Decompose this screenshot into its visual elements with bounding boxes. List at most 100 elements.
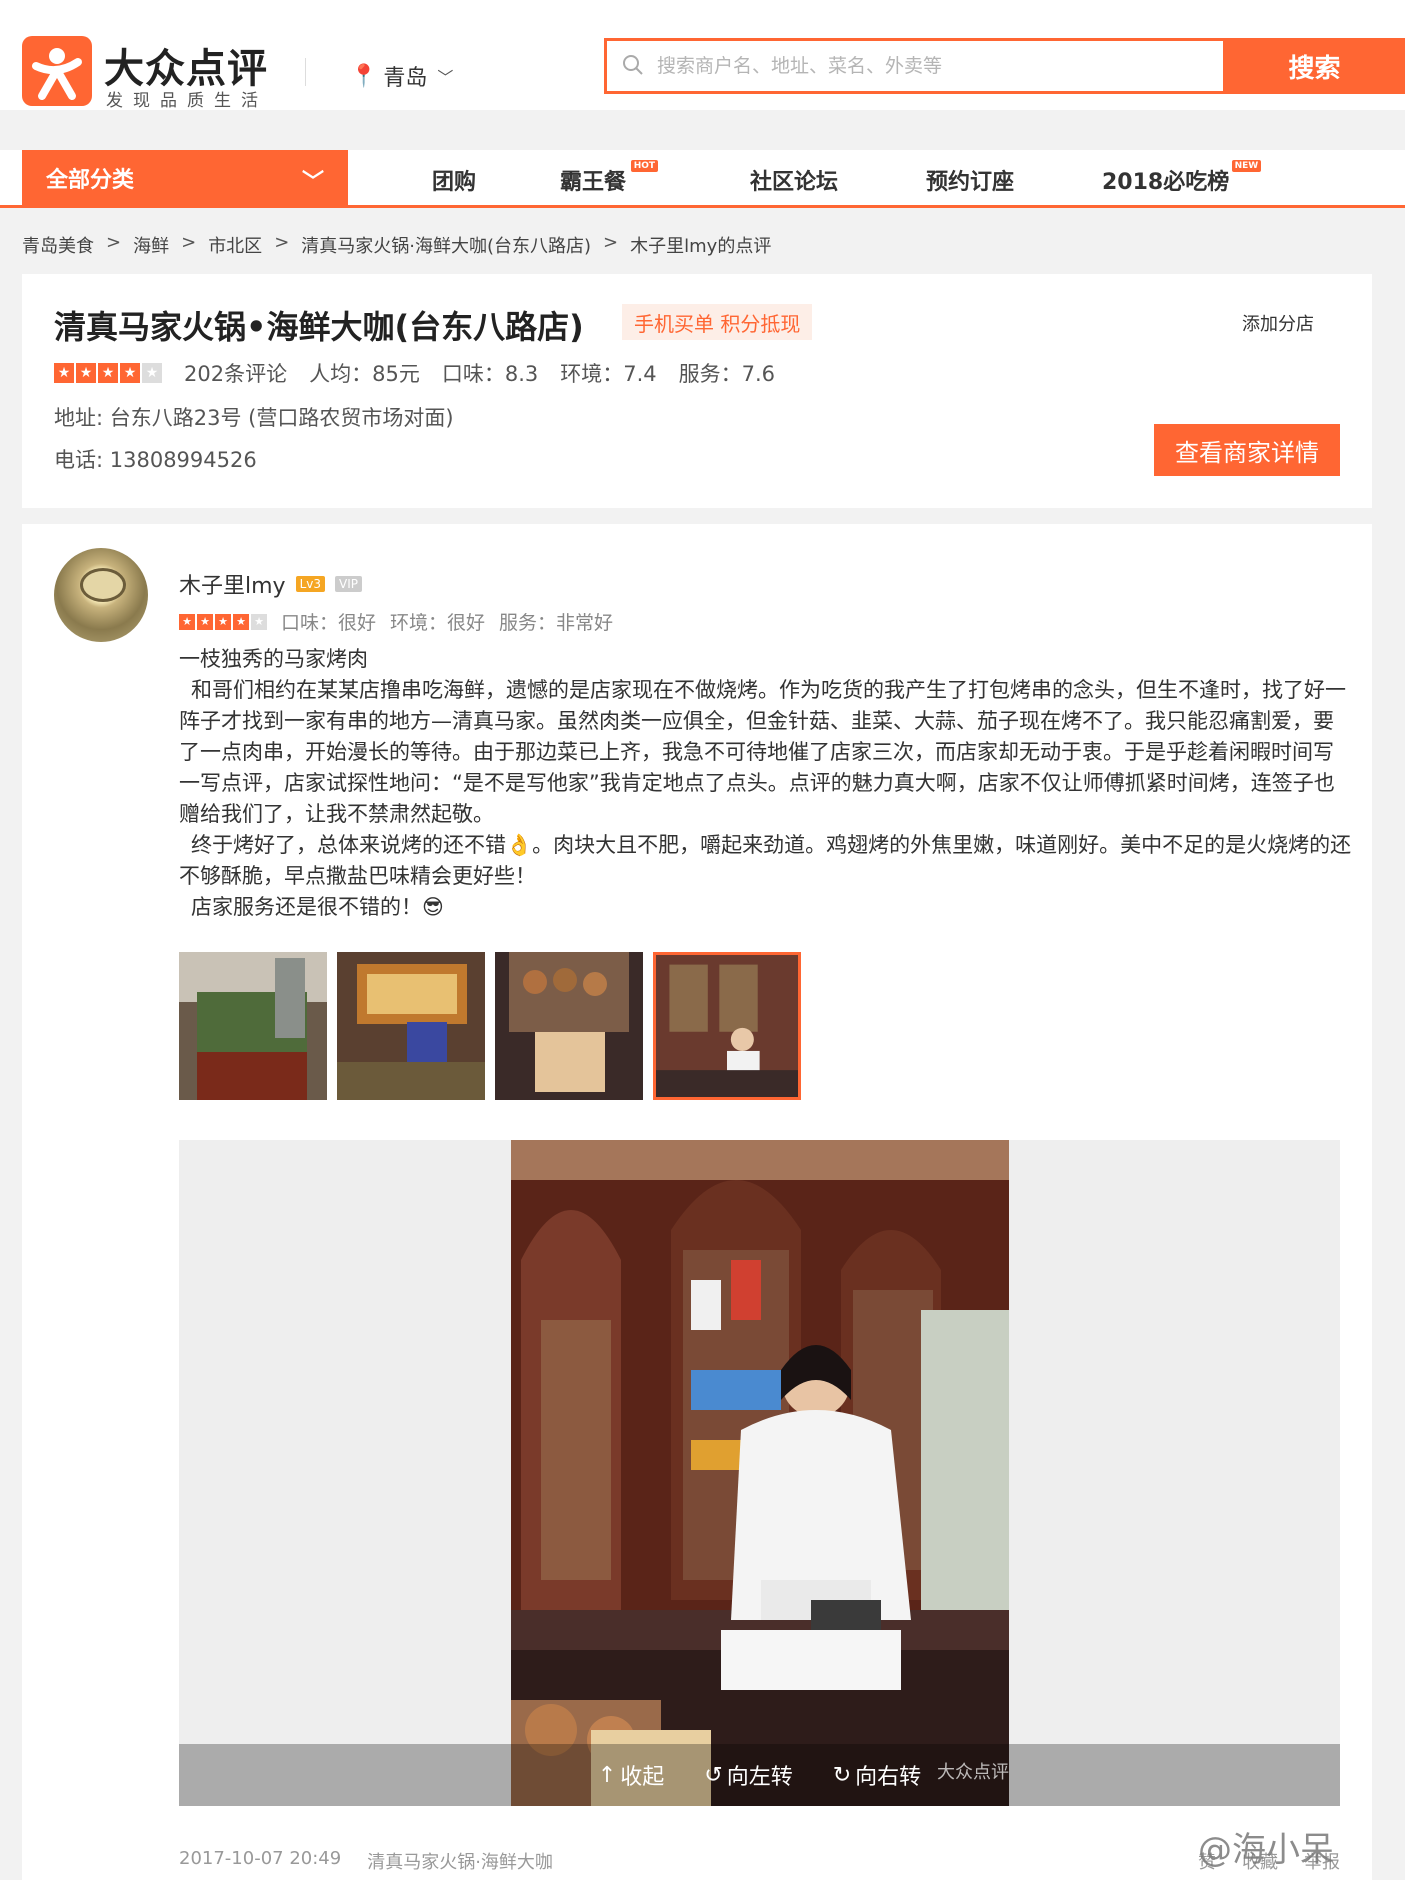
photo-watermark: 大众点评 bbox=[937, 1762, 1009, 1783]
collapse-label: 收起 bbox=[620, 1765, 665, 1790]
shop-info-card: 清真马家火锅•海鲜大咖(台东八路店) 手机买单 积分抵现 添加分店 ★ ★ ★ … bbox=[22, 274, 1372, 508]
rotate-left-icon: ↺ bbox=[704, 1762, 723, 1788]
review-card: 木子里lmy Lv3 VIP ★ ★ ★ ★ ★ 口味：很好 环境：很好 服务：… bbox=[22, 524, 1372, 1880]
site-header: 大众点评 发现品质生活 📍 青岛 ﹀ 搜索 bbox=[0, 0, 1405, 111]
review-scores: ★ ★ ★ ★ ★ 口味：很好 环境：很好 服务：非常好 bbox=[179, 608, 613, 635]
nav-item-reservation[interactable]: 预约订座 bbox=[926, 164, 1014, 196]
search-icon bbox=[623, 55, 643, 75]
collapse-button[interactable]: ↑ 收起 bbox=[598, 1759, 664, 1791]
review-title: 一枝独秀的马家烤肉 bbox=[179, 647, 368, 671]
service-score: 服务：7.6 bbox=[678, 362, 776, 386]
main-nav: 全部分类 ﹀ 团购 霸王餐 HOT 社区论坛 预约订座 2018必吃榜 NEW bbox=[0, 150, 1405, 208]
nav-item-label: 社区论坛 bbox=[750, 170, 839, 195]
review-paragraph: 终于烤好了，总体来说烤的还不错👌。肉块大且不肥，嚼起来劲道。鸡翅烤的外焦里嫩，味… bbox=[179, 833, 1352, 888]
review-thumbnails bbox=[179, 952, 801, 1100]
star-empty-icon: ★ bbox=[142, 363, 162, 383]
view-shop-details-button[interactable]: 查看商家详情 bbox=[1154, 424, 1340, 476]
star-icon: ★ bbox=[76, 363, 96, 383]
star-icon: ★ bbox=[54, 363, 74, 383]
review-service: 服务：非常好 bbox=[499, 612, 614, 634]
review-paragraph: 店家服务还是很不错的！😎 bbox=[191, 895, 444, 919]
search-button[interactable]: 搜索 bbox=[1224, 38, 1405, 94]
rotate-left-button[interactable]: ↺ 向左转 bbox=[704, 1759, 792, 1791]
shop-title: 清真马家火锅•海鲜大咖(台东八路店) bbox=[54, 308, 584, 346]
nav-item-label: 团购 bbox=[432, 170, 477, 195]
review-photo[interactable] bbox=[511, 1140, 1009, 1806]
chevron-down-icon: ﹀ bbox=[301, 170, 324, 195]
nav-item-free-meal[interactable]: 霸王餐 HOT bbox=[560, 160, 659, 196]
add-branch-link[interactable]: 添加分店 bbox=[1242, 310, 1314, 336]
divider bbox=[305, 58, 306, 86]
shop-address: 地址: 台东八路23号 (营口路农贸市场对面) bbox=[54, 406, 454, 430]
star-icon: ★ bbox=[120, 363, 140, 383]
review-count[interactable]: 202条评论 bbox=[184, 358, 287, 388]
nav-item-label: 预约订座 bbox=[926, 170, 1015, 195]
dianping-logo-icon[interactable] bbox=[22, 36, 92, 106]
photo-viewer: ↑ 收起 ↺ 向左转 ↻ 向右转 大众点评 bbox=[179, 1140, 1340, 1806]
arrow-up-icon: ↑ bbox=[597, 1762, 617, 1788]
review-date: 2017-10-07 20:49 bbox=[179, 1848, 342, 1869]
all-categories-label: 全部分类 bbox=[46, 167, 135, 193]
rotate-left-label: 向左转 bbox=[726, 1765, 793, 1790]
review-thumbnail[interactable] bbox=[337, 952, 485, 1100]
breadcrumb-item[interactable]: 清真马家火锅·海鲜大咖(台东八路店) bbox=[301, 232, 591, 258]
chevron-down-icon: ﹀ bbox=[437, 68, 454, 87]
photo-controls: ↑ 收起 ↺ 向左转 ↻ 向右转 bbox=[179, 1744, 1340, 1806]
breadcrumb-item[interactable]: 海鲜 bbox=[133, 232, 169, 258]
reviewer-name[interactable]: 木子里lmy bbox=[179, 568, 286, 600]
city-selector[interactable]: 📍 青岛 ﹀ bbox=[350, 60, 453, 92]
breadcrumb-separator: > bbox=[181, 232, 197, 253]
rotate-right-button[interactable]: ↻ 向右转 bbox=[833, 1759, 921, 1791]
rotate-right-icon: ↻ bbox=[832, 1762, 852, 1788]
shop-phone: 电话: 13808994526 bbox=[54, 448, 257, 472]
reviewer-row: 木子里lmy Lv3 VIP bbox=[179, 568, 362, 600]
breadcrumb: 青岛美食 > 海鲜 > 市北区 > 清真马家火锅·海鲜大咖(台东八路店) > 木… bbox=[22, 232, 771, 258]
breadcrumb-current: 木子里lmy的点评 bbox=[630, 236, 772, 257]
star-icon: ★ bbox=[197, 613, 213, 630]
avg-price: 人均：85元 bbox=[309, 362, 420, 386]
nav-item-label: 2018必吃榜 bbox=[1102, 170, 1230, 195]
review-footer: 2017-10-07 20:49 清真马家火锅·海鲜大咖 bbox=[179, 1848, 1340, 1874]
level-badge: Lv3 bbox=[295, 576, 325, 592]
review-rating-stars: ★ ★ ★ ★ ★ bbox=[179, 613, 267, 630]
shop-rating-stars: ★ ★ ★ ★ ★ bbox=[54, 363, 162, 383]
city-label: 青岛 bbox=[383, 66, 428, 91]
avatar[interactable] bbox=[54, 548, 148, 642]
star-icon: ★ bbox=[215, 613, 231, 630]
nav-item-forum[interactable]: 社区论坛 bbox=[750, 164, 838, 196]
review-thumbnail-active[interactable] bbox=[653, 952, 801, 1100]
logo-slogan: 发现品质生活 bbox=[106, 91, 268, 111]
review-taste: 口味：很好 bbox=[281, 612, 377, 634]
shop-meta: ★ ★ ★ ★ ★ 202条评论 人均：85元 口味：8.3 环境：7.4 服务… bbox=[54, 358, 775, 388]
location-pin-icon: 📍 bbox=[350, 63, 378, 89]
star-empty-icon: ★ bbox=[251, 613, 267, 630]
breadcrumb-separator: > bbox=[106, 232, 122, 253]
rotate-right-label: 向右转 bbox=[855, 1765, 922, 1790]
review-thumbnail[interactable] bbox=[179, 952, 327, 1100]
environment-score: 环境：7.4 bbox=[560, 362, 657, 386]
all-categories-menu[interactable]: 全部分类 ﹀ bbox=[22, 150, 348, 205]
search-box bbox=[604, 38, 1226, 94]
review-environment: 环境：很好 bbox=[390, 612, 486, 634]
taste-score: 口味：8.3 bbox=[441, 362, 539, 386]
weibo-watermark: @海小呆 bbox=[1198, 1830, 1334, 1870]
shop-promo-tag[interactable]: 手机买单 积分抵现 bbox=[622, 304, 813, 340]
breadcrumb-separator: > bbox=[603, 232, 619, 253]
review-paragraph: 和哥们相约在某某店撸串吃海鲜，遗憾的是店家现在不做烧烤。作为吃货的我产生了打包烤… bbox=[179, 678, 1346, 826]
search-input[interactable] bbox=[657, 49, 1197, 83]
hot-badge: HOT bbox=[630, 160, 659, 172]
breadcrumb-item[interactable]: 青岛美食 bbox=[22, 232, 94, 258]
vip-badge: VIP bbox=[335, 576, 362, 592]
review-shop-link[interactable]: 清真马家火锅·海鲜大咖 bbox=[367, 1848, 553, 1874]
breadcrumb-item[interactable]: 市北区 bbox=[208, 232, 262, 258]
star-icon: ★ bbox=[233, 613, 249, 630]
star-icon: ★ bbox=[179, 613, 195, 630]
review-thumbnail[interactable] bbox=[495, 952, 643, 1100]
review-body: 一枝独秀的马家烤肉 和哥们相约在某某店撸串吃海鲜，遗憾的是店家现在不做烧烤。作为… bbox=[179, 644, 1354, 923]
star-icon: ★ bbox=[98, 363, 118, 383]
breadcrumb-separator: > bbox=[274, 232, 290, 253]
nav-item-must-eat[interactable]: 2018必吃榜 NEW bbox=[1102, 160, 1262, 196]
new-badge: NEW bbox=[1231, 160, 1262, 172]
nav-item-label: 霸王餐 bbox=[560, 170, 627, 195]
nav-item-groupbuy[interactable]: 团购 bbox=[432, 164, 476, 196]
